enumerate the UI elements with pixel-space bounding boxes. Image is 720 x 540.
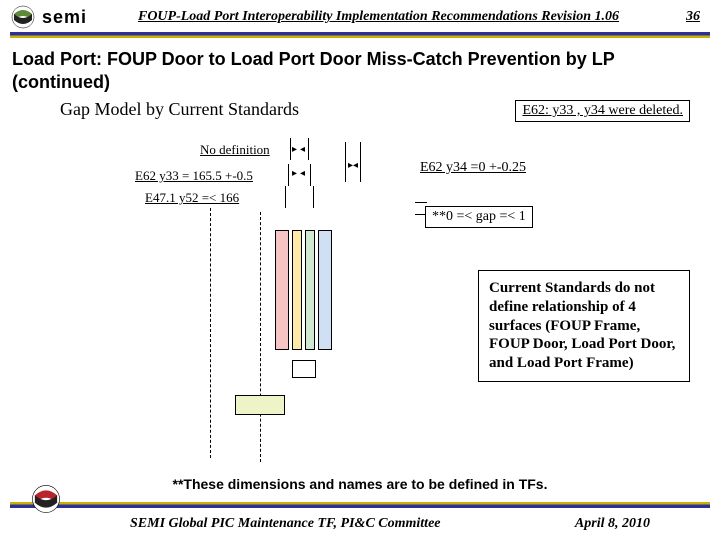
- brand-logo: semi: [10, 4, 87, 30]
- brand-text: semi: [42, 7, 87, 28]
- no-definition-label: No definition: [200, 142, 270, 158]
- semi-logo-icon: [10, 4, 36, 30]
- footer-divider: [10, 502, 710, 508]
- footer-right: April 8, 2010: [575, 516, 650, 532]
- gap-model-diagram: No definition E62 y33 = 165.5 +-0.5 E47.…: [60, 150, 440, 460]
- e47-label: E47.1 y52 =< 166: [145, 190, 239, 206]
- footer: SEMI Global PIC Maintenance TF, PI&C Com…: [0, 516, 720, 532]
- document-title: FOUP-Load Port Interoperability Implemen…: [87, 9, 670, 25]
- standards-callout: Current Standards do not define relation…: [478, 270, 690, 382]
- deletion-note: E62: y33 , y34 were deleted.: [515, 100, 690, 122]
- footer-left: SEMI Global PIC Maintenance TF, PI&C Com…: [130, 516, 441, 532]
- page-number: 36: [670, 9, 700, 25]
- header: semi FOUP-Load Port Interoperability Imp…: [0, 0, 720, 30]
- e62-y34-label: E62 y34 =0 +-0.25: [420, 160, 526, 176]
- footnote: **These dimensions and names are to be d…: [0, 476, 720, 492]
- e62-y33-label: E62 y33 = 165.5 +-0.5: [135, 168, 253, 184]
- page-title: Load Port: FOUP Door to Load Port Door M…: [0, 38, 720, 95]
- small-logo-icon: [30, 483, 62, 520]
- gap-note: **0 =< gap =< 1: [425, 206, 533, 228]
